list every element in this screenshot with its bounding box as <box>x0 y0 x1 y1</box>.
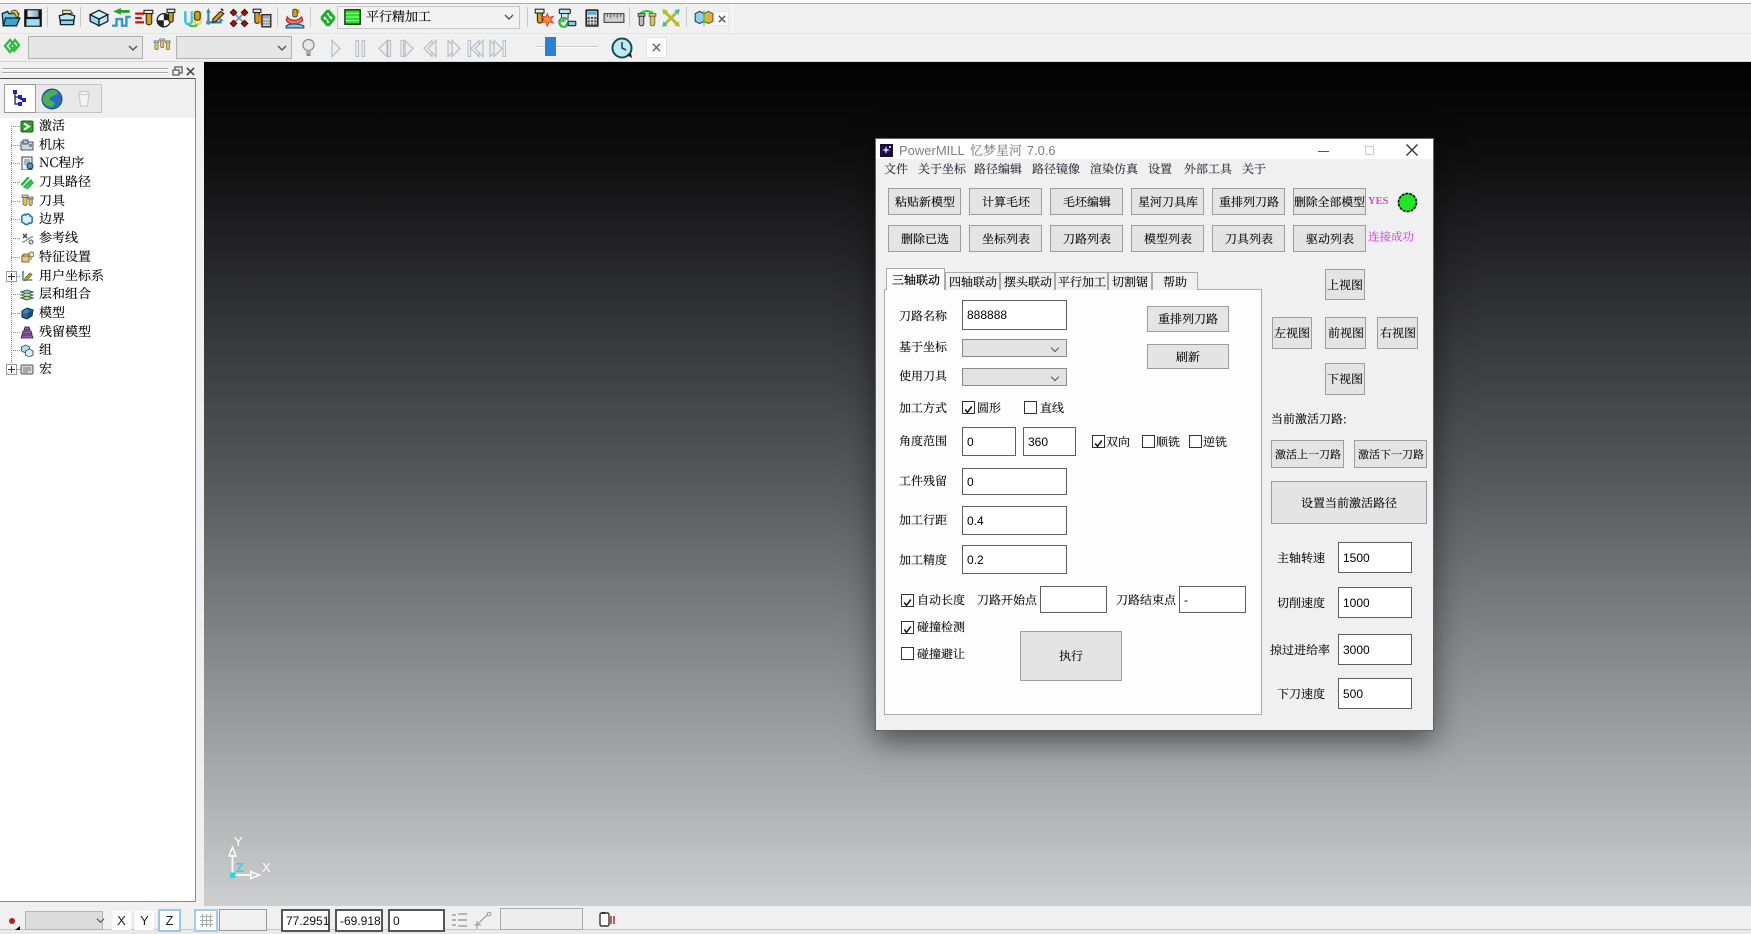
svg-text:Z: Z <box>236 860 244 875</box>
svg-text:X: X <box>262 860 271 875</box>
svg-text:Y: Y <box>234 834 243 849</box>
